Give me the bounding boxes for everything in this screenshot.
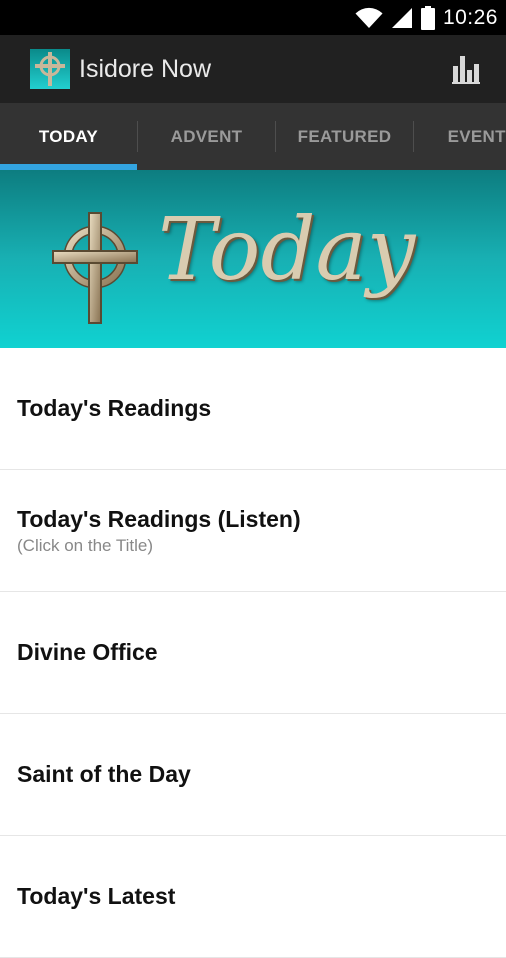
bar-chart-icon[interactable]: [452, 56, 480, 84]
menu-item-todays-readings-listen[interactable]: Today's Readings (Listen) (Click on the …: [0, 470, 506, 592]
clock: 10:26: [442, 5, 498, 29]
tab-today[interactable]: TODAY: [0, 103, 137, 170]
tab-events[interactable]: EVENTS: [414, 103, 506, 170]
menu-item-todays-readings[interactable]: Today's Readings: [0, 348, 506, 470]
today-menu-list: Today's Readings Today's Readings (Liste…: [0, 348, 506, 958]
menu-item-sublabel: (Click on the Title): [17, 535, 154, 555]
tab-featured[interactable]: FEATURED: [276, 103, 413, 170]
menu-item-todays-latest[interactable]: Today's Latest: [0, 836, 506, 958]
cross-icon: [52, 212, 138, 324]
menu-item-label: Today's Readings (Listen): [17, 505, 301, 532]
app-logo-cross-icon[interactable]: [30, 49, 70, 89]
battery-icon: [420, 5, 435, 30]
today-banner: Today: [0, 170, 506, 348]
menu-item-label: Today's Readings: [17, 395, 212, 421]
menu-item-label: Today's Latest: [17, 883, 176, 909]
action-bar: Isidore Now: [0, 35, 506, 103]
menu-item-label: Divine Office: [17, 639, 158, 665]
menu-item-divine-office[interactable]: Divine Office: [0, 592, 506, 714]
tab-bar: TODAY ADVENT FEATURED EVENTS: [0, 103, 506, 170]
signal-icon: [391, 7, 413, 29]
app-title: Isidore Now: [79, 54, 211, 83]
status-bar: 10:26: [0, 0, 506, 35]
wifi-icon: [355, 7, 383, 29]
menu-item-label: Saint of the Day: [17, 761, 191, 787]
banner-title: Today: [158, 200, 416, 300]
tab-advent[interactable]: ADVENT: [138, 103, 275, 170]
menu-item-saint-of-the-day[interactable]: Saint of the Day: [0, 714, 506, 836]
